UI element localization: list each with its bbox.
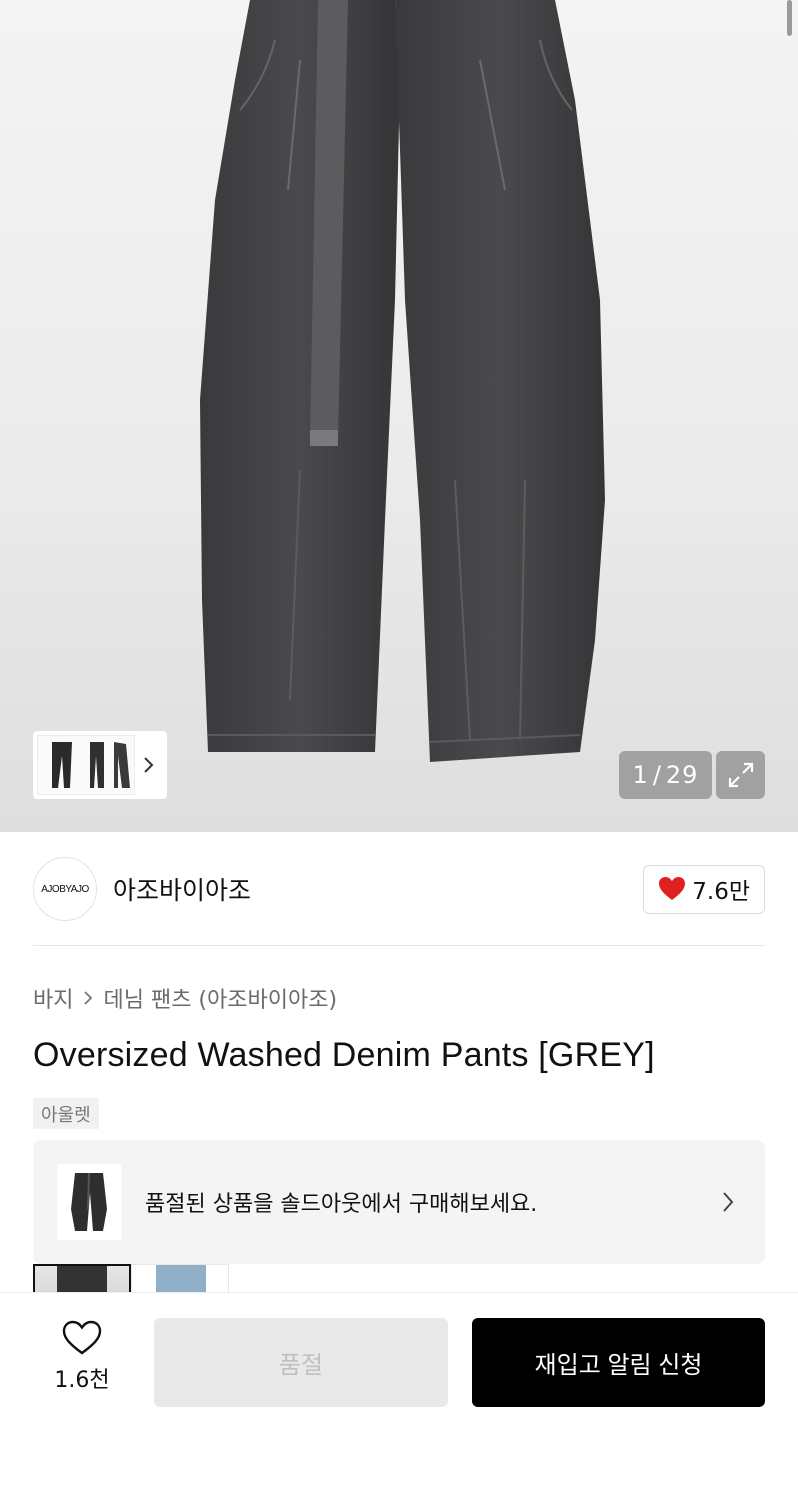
divider (33, 945, 765, 946)
scrollbar-thumb[interactable] (787, 0, 792, 36)
color-option-blue[interactable] (131, 1264, 229, 1294)
image-counter: 1 / 29 (619, 751, 712, 799)
breadcrumb: 바지 데님 팬츠 (아조바이아조) (33, 982, 337, 1014)
thumbnail-strip[interactable] (33, 731, 167, 799)
breadcrumb-subcategory[interactable]: 데님 팬츠 (아조바이아조) (103, 982, 337, 1014)
brand-like-button[interactable]: 7.6만 (643, 864, 765, 914)
breadcrumb-category[interactable]: 바지 (33, 982, 73, 1014)
chevron-right-icon[interactable] (135, 755, 163, 775)
soldout-banner[interactable]: 품절된 상품을 솔드아웃에서 구매해보세요. (33, 1140, 765, 1264)
expand-icon (728, 762, 753, 788)
color-options (33, 1264, 229, 1294)
product-image (200, 0, 605, 762)
color-option-grey-image (57, 1266, 107, 1294)
color-option-grey[interactable] (33, 1264, 131, 1294)
image-counter-total: 29 (665, 761, 699, 789)
wishlist-count: 1.6천 (54, 1368, 110, 1393)
color-option-blue-image (156, 1265, 206, 1294)
wishlist-button[interactable]: 1.6천 (44, 1320, 120, 1394)
pants-thumbnail-image (71, 1173, 107, 1231)
heart-filled-icon (659, 877, 686, 900)
brand-logo[interactable]: AJOBYAJO (33, 857, 97, 921)
thumbnail-pants-image (52, 742, 130, 788)
chevron-right-icon (84, 991, 93, 1005)
brand-like-count: 7.6만 (692, 879, 750, 905)
outlet-tag: 아울렛 (33, 1098, 99, 1129)
soldout-button[interactable]: 품절 (154, 1318, 448, 1407)
image-counter-separator: / (652, 761, 662, 789)
chevron-right-icon (723, 1192, 734, 1212)
soldout-banner-text: 품절된 상품을 솔드아웃에서 구매해보세요. (145, 1192, 538, 1217)
expand-button[interactable] (716, 751, 765, 799)
product-title: Oversized Washed Denim Pants [GREY] (33, 1036, 655, 1074)
thumbnail-image[interactable] (37, 735, 135, 795)
brand-name[interactable]: 아조바이아조 (113, 871, 251, 907)
product-image-gallery[interactable]: 1 / 29 (0, 0, 798, 832)
brand-row: AJOBYAJO 아조바이아조 7.6만 (33, 856, 765, 922)
image-counter-current: 1 (632, 761, 649, 789)
soldout-banner-image (57, 1164, 121, 1240)
restock-alert-button[interactable]: 재입고 알림 신청 (472, 1318, 765, 1407)
heart-outline-icon (62, 1320, 102, 1355)
